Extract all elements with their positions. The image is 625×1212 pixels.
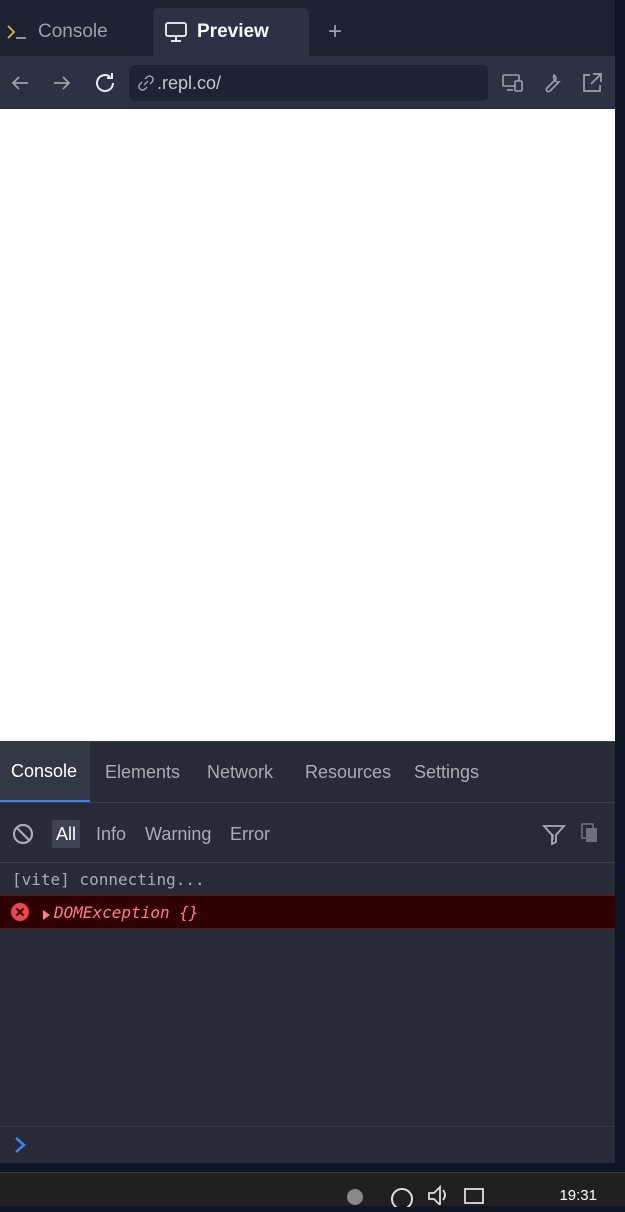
reload-icon[interactable] — [93, 71, 117, 95]
prompt-chevron-icon — [12, 1135, 30, 1155]
filter-funnel-icon[interactable] — [541, 822, 567, 846]
volume-icon[interactable] — [426, 1181, 450, 1208]
preview-address-bar: .repl.co/ — [0, 57, 615, 109]
console-prompt[interactable] — [0, 1126, 615, 1164]
console-filter-bar: All Info Warning Error — [0, 803, 615, 863]
devtools-tab-resources[interactable]: Resources — [305, 742, 391, 802]
console-log-error[interactable]: DOMException {} — [0, 895, 615, 929]
devtools-tab-settings[interactable]: Settings — [414, 742, 479, 802]
tab-console-label: Console — [38, 21, 108, 42]
preview-viewport[interactable] — [0, 109, 615, 741]
copy-icon[interactable] — [579, 822, 601, 844]
battery-icon[interactable] — [463, 1183, 485, 1205]
add-tab-button[interactable]: + — [318, 8, 352, 56]
devices-icon[interactable] — [501, 71, 525, 95]
terminal-icon — [6, 20, 28, 44]
devtools-tab-bar: Console Elements Network Resources Setti… — [0, 742, 615, 803]
wrench-icon[interactable] — [540, 71, 564, 95]
devtools-panel: Console Elements Network Resources Setti… — [0, 741, 615, 1163]
error-icon — [10, 902, 30, 922]
os-taskbar: 19:31 — [0, 1172, 625, 1210]
clear-console-icon[interactable] — [11, 822, 35, 846]
replit-window: Console Preview + .repl.co/ Console Elem… — [0, 0, 615, 1163]
filter-error[interactable]: Error — [226, 820, 274, 848]
monitor-icon — [163, 20, 189, 44]
tray-icon[interactable] — [345, 1181, 365, 1205]
error-message: DOMException {} — [54, 902, 199, 922]
filter-warning[interactable]: Warning — [141, 820, 215, 848]
url-text: .repl.co/ — [157, 72, 222, 93]
filter-all[interactable]: All — [52, 820, 81, 848]
devtools-tab-network[interactable]: Network — [207, 742, 273, 802]
tab-preview-label: Preview — [197, 21, 269, 42]
open-in-new-tab-icon[interactable] — [580, 71, 604, 95]
tab-console[interactable]: Console — [0, 8, 150, 56]
workspace-tab-bar: Console Preview + — [0, 0, 615, 57]
taskbar-clock[interactable]: 19:31 — [559, 1187, 597, 1204]
wifi-icon[interactable] — [390, 1183, 414, 1210]
filter-info[interactable]: Info — [92, 820, 130, 848]
back-arrow-icon[interactable] — [8, 71, 32, 95]
expand-triangle-icon[interactable] — [40, 906, 52, 920]
window-edge — [615, 0, 625, 1172]
devtools-tab-elements[interactable]: Elements — [105, 742, 180, 802]
forward-arrow-icon[interactable] — [50, 71, 74, 95]
devtools-tab-console[interactable]: Console — [0, 742, 90, 802]
console-log-info: [vite] connecting... — [12, 869, 205, 889]
link-icon — [137, 74, 155, 92]
url-field[interactable]: .repl.co/ — [129, 65, 488, 101]
tab-preview[interactable]: Preview — [153, 8, 309, 56]
